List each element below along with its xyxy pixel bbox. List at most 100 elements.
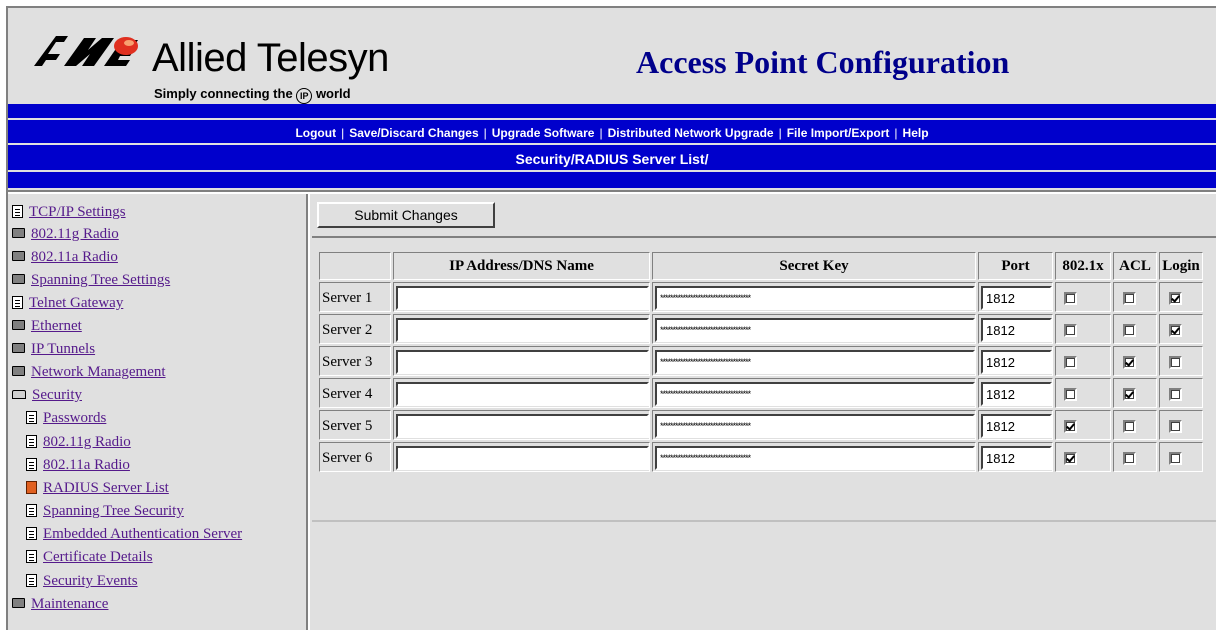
secret-key-input[interactable] <box>655 350 975 374</box>
8021x-checkbox[interactable] <box>1064 452 1077 465</box>
acl-checkbox[interactable] <box>1123 356 1136 369</box>
sidebar-item-security[interactable]: Security <box>12 387 82 409</box>
login-checkbox[interactable] <box>1169 452 1182 465</box>
acl-checkbox[interactable] <box>1123 292 1136 305</box>
nav-help-link[interactable]: Help <box>903 126 929 140</box>
sidebar-item-label[interactable]: Passwords <box>43 410 106 426</box>
frame-splitter[interactable] <box>306 194 310 630</box>
server-label: Server 6 <box>319 442 391 472</box>
nav-save-discard-link[interactable]: Save/Discard Changes <box>349 126 478 140</box>
ip-address-input[interactable] <box>396 350 649 374</box>
secret-key-input[interactable] <box>655 382 975 406</box>
table-cell <box>978 282 1053 312</box>
sidebar-item-radius-server-list[interactable]: RADIUS Server List <box>26 480 169 502</box>
sidebar-item-label[interactable]: Network Management <box>31 364 166 380</box>
port-input[interactable] <box>981 446 1052 470</box>
ip-address-input[interactable] <box>396 414 649 438</box>
login-checkbox[interactable] <box>1169 324 1182 337</box>
sidebar-item-label[interactable]: Ethernet <box>31 318 82 334</box>
header: Allied Telesyn Simply connecting the IP … <box>8 8 1216 104</box>
login-checkbox[interactable] <box>1169 356 1182 369</box>
secret-key-input[interactable] <box>655 446 975 470</box>
sidebar-item-label[interactable]: Embedded Authentication Server <box>43 526 242 542</box>
ip-address-input[interactable] <box>396 318 649 342</box>
acl-checkbox[interactable] <box>1123 452 1136 465</box>
sidebar-item-ethernet[interactable]: Ethernet <box>12 318 82 340</box>
sidebar-item-label[interactable]: 802.11g Radio <box>31 226 119 242</box>
table-cell <box>1159 282 1203 312</box>
port-input[interactable] <box>981 414 1052 438</box>
table-cell <box>1055 282 1111 312</box>
sidebar-item-label[interactable]: Spanning Tree Security <box>43 503 184 519</box>
table-cell <box>652 442 976 472</box>
page-icon <box>26 411 37 424</box>
nav-distributed-upgrade-link[interactable]: Distributed Network Upgrade <box>608 126 774 140</box>
ip-address-input[interactable] <box>396 382 649 406</box>
8021x-checkbox[interactable] <box>1064 388 1077 401</box>
table-cell <box>1159 314 1203 344</box>
acl-checkbox[interactable] <box>1123 324 1136 337</box>
sidebar-item-security-events[interactable]: Security Events <box>26 573 138 595</box>
sidebar-item-label[interactable]: Security <box>32 387 82 403</box>
sidebar-item-label[interactable]: Telnet Gateway <box>29 295 123 311</box>
sidebar-item-maintenance[interactable]: Maintenance <box>12 596 108 618</box>
sidebar-item-label[interactable]: 802.11a Radio <box>43 457 130 473</box>
login-checkbox[interactable] <box>1169 420 1182 433</box>
port-input[interactable] <box>981 382 1052 406</box>
folder-icon <box>12 228 25 238</box>
login-checkbox[interactable] <box>1169 292 1182 305</box>
header-blank <box>319 252 391 280</box>
acl-checkbox[interactable] <box>1123 420 1136 433</box>
sidebar-item-spanning-tree-security[interactable]: Spanning Tree Security <box>26 503 184 525</box>
sidebar-item-label[interactable]: RADIUS Server List <box>43 480 169 496</box>
8021x-checkbox[interactable] <box>1064 292 1077 305</box>
sidebar-item-802-11a-radio[interactable]: 802.11a Radio <box>26 457 130 479</box>
sidebar-item-network-management[interactable]: Network Management <box>12 364 166 386</box>
ip-address-input[interactable] <box>396 446 649 470</box>
sidebar-item-label[interactable]: Spanning Tree Settings <box>31 272 170 288</box>
sidebar-item-certificate-details[interactable]: Certificate Details <box>26 549 153 571</box>
sidebar-item-label[interactable]: TCP/IP Settings <box>29 204 126 220</box>
page-icon <box>26 481 37 494</box>
sidebar-item-passwords[interactable]: Passwords <box>26 410 106 432</box>
table-cell <box>652 314 976 344</box>
folder-icon <box>12 274 25 284</box>
port-input[interactable] <box>981 286 1052 310</box>
table-cell <box>978 442 1053 472</box>
8021x-checkbox[interactable] <box>1064 420 1077 433</box>
ip-address-input[interactable] <box>396 286 649 310</box>
table-cell <box>393 378 650 408</box>
sidebar-item-label[interactable]: IP Tunnels <box>31 341 95 357</box>
sidebar-item-embedded-authentication-server[interactable]: Embedded Authentication Server <box>26 526 242 548</box>
sidebar-item-802-11g-radio[interactable]: 802.11g Radio <box>26 434 131 456</box>
sidebar-item-label[interactable]: Security Events <box>43 573 138 589</box>
sidebar-item-telnet-gateway[interactable]: Telnet Gateway <box>12 295 123 317</box>
8021x-checkbox[interactable] <box>1064 324 1077 337</box>
secret-key-input[interactable] <box>655 318 975 342</box>
sidebar-item-label[interactable]: Certificate Details <box>43 549 153 565</box>
port-input[interactable] <box>981 318 1052 342</box>
8021x-checkbox[interactable] <box>1064 356 1077 369</box>
sidebar-item-label[interactable]: 802.11a Radio <box>31 249 118 265</box>
sidebar-item-label[interactable]: Maintenance <box>31 596 108 612</box>
server-label: Server 2 <box>319 314 391 344</box>
secret-key-input[interactable] <box>655 414 975 438</box>
port-input[interactable] <box>981 350 1052 374</box>
secret-key-input[interactable] <box>655 286 975 310</box>
sidebar-item-label[interactable]: 802.11g Radio <box>43 434 131 450</box>
sidebar-item-ip-tunnels[interactable]: IP Tunnels <box>12 341 95 363</box>
allied-telesyn-logo-icon <box>34 36 138 66</box>
sidebar-item-802-11g-radio[interactable]: 802.11g Radio <box>12 226 119 248</box>
submit-changes-button[interactable]: Submit Changes <box>317 202 495 228</box>
folder-icon <box>12 598 25 608</box>
table-cell <box>393 346 650 376</box>
table-cell <box>393 410 650 440</box>
nav-upgrade-software-link[interactable]: Upgrade Software <box>492 126 595 140</box>
sidebar-item-tcp-ip-settings[interactable]: TCP/IP Settings <box>12 204 126 226</box>
acl-checkbox[interactable] <box>1123 388 1136 401</box>
sidebar-item-802-11a-radio[interactable]: 802.11a Radio <box>12 249 118 271</box>
nav-file-import-export-link[interactable]: File Import/Export <box>787 126 890 140</box>
sidebar-item-spanning-tree-settings[interactable]: Spanning Tree Settings <box>12 272 170 294</box>
login-checkbox[interactable] <box>1169 388 1182 401</box>
nav-logout-link[interactable]: Logout <box>295 126 336 140</box>
